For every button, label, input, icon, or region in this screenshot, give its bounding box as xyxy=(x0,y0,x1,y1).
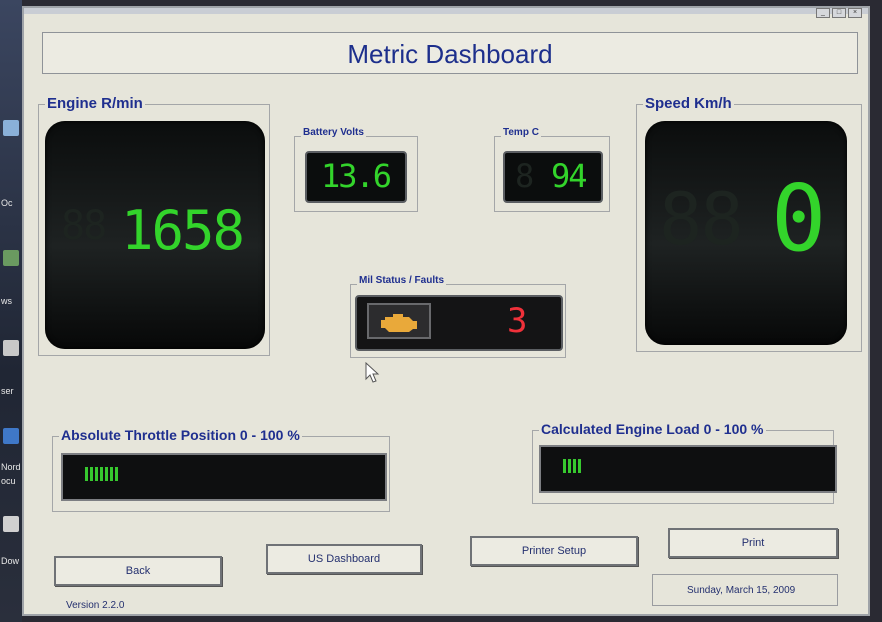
print-button[interactable]: Print xyxy=(668,528,838,558)
desktop-shortcut-icon[interactable] xyxy=(3,428,19,444)
version-label: Version 2.2.0 xyxy=(66,600,125,611)
dashboard-window: _ □ × Metric Dashboard Engine R/min 88 1… xyxy=(22,6,870,616)
battery-volts-value: 13.6 xyxy=(321,157,392,195)
battery-volts-group: Battery Volts 13.6 xyxy=(294,127,418,212)
title-panel: Metric Dashboard xyxy=(42,32,858,74)
throttle-label: Absolute Throttle Position 0 - 100 % xyxy=(59,427,302,443)
date-panel: Sunday, March 15, 2009 xyxy=(652,574,838,606)
battery-volts-label: Battery Volts xyxy=(301,127,366,138)
engine-rpm-display: 88 1658 xyxy=(45,121,265,349)
desktop-shortcut-label: ser xyxy=(1,386,14,396)
desktop-shortcut-icon[interactable] xyxy=(3,120,19,136)
speed-group: Speed Km/h 88 0 xyxy=(636,95,862,352)
mil-status-display: 3 xyxy=(355,295,563,351)
engine-rpm-value: 1658 xyxy=(121,199,245,262)
desktop-shortcut-label: ws xyxy=(1,296,12,306)
desktop-shortcut-icon[interactable] xyxy=(3,340,19,356)
temperature-value: 94 xyxy=(551,157,588,195)
throttle-bar xyxy=(61,453,387,501)
throttle-bar-fill xyxy=(85,467,118,481)
temperature-label: Temp C xyxy=(501,127,541,138)
us-dashboard-button[interactable]: US Dashboard xyxy=(266,544,422,574)
mouse-cursor-icon xyxy=(365,362,380,383)
desktop-shortcut-label: ocu xyxy=(1,476,16,486)
date-label: Sunday, March 15, 2009 xyxy=(687,585,796,596)
printer-setup-button[interactable]: Printer Setup xyxy=(470,536,638,566)
desktop-background: Oc ws ser Nord ocu Dow xyxy=(0,0,22,622)
speed-label: Speed Km/h xyxy=(643,95,734,112)
speed-value: 0 xyxy=(771,165,826,272)
desktop-shortcut-icon[interactable] xyxy=(3,516,19,532)
engine-load-bar-fill xyxy=(563,459,581,473)
desktop-shortcut-icon[interactable] xyxy=(3,250,19,266)
temperature-display: 8 94 xyxy=(503,151,603,203)
engine-rpm-label: Engine R/min xyxy=(45,95,145,112)
speed-ghost-digits: 88 xyxy=(659,177,744,261)
speed-display: 88 0 xyxy=(645,121,847,345)
engine-rpm-group: Engine R/min 88 1658 xyxy=(38,95,270,356)
engine-rpm-ghost-digits: 88 xyxy=(61,203,107,249)
engine-load-bar xyxy=(539,445,837,493)
desktop-shortcut-label: Dow xyxy=(1,556,20,566)
temperature-ghost-digit: 8 xyxy=(515,157,534,195)
throttle-group: Absolute Throttle Position 0 - 100 % xyxy=(52,427,390,512)
check-engine-icon xyxy=(381,314,417,332)
back-button[interactable]: Back xyxy=(54,556,222,586)
window-title-bar xyxy=(24,8,868,14)
temperature-group: Temp C 8 94 xyxy=(494,127,610,212)
maximize-button[interactable]: □ xyxy=(832,8,846,18)
desktop-shortcut-label: Nord xyxy=(1,462,21,472)
engine-load-label: Calculated Engine Load 0 - 100 % xyxy=(539,421,766,437)
mil-status-group: Mil Status / Faults 3 xyxy=(350,275,566,358)
desktop-shortcut-label: Oc xyxy=(1,198,13,208)
engine-load-group: Calculated Engine Load 0 - 100 % xyxy=(532,421,837,504)
mil-status-label: Mil Status / Faults xyxy=(357,275,447,286)
minimize-button[interactable]: _ xyxy=(816,8,830,18)
battery-volts-display: 13.6 xyxy=(305,151,407,203)
fault-count-value: 3 xyxy=(507,301,528,341)
check-engine-icon-frame xyxy=(367,303,431,339)
window-controls: _ □ × xyxy=(816,8,862,18)
close-button[interactable]: × xyxy=(848,8,862,18)
page-title: Metric Dashboard xyxy=(347,39,553,69)
